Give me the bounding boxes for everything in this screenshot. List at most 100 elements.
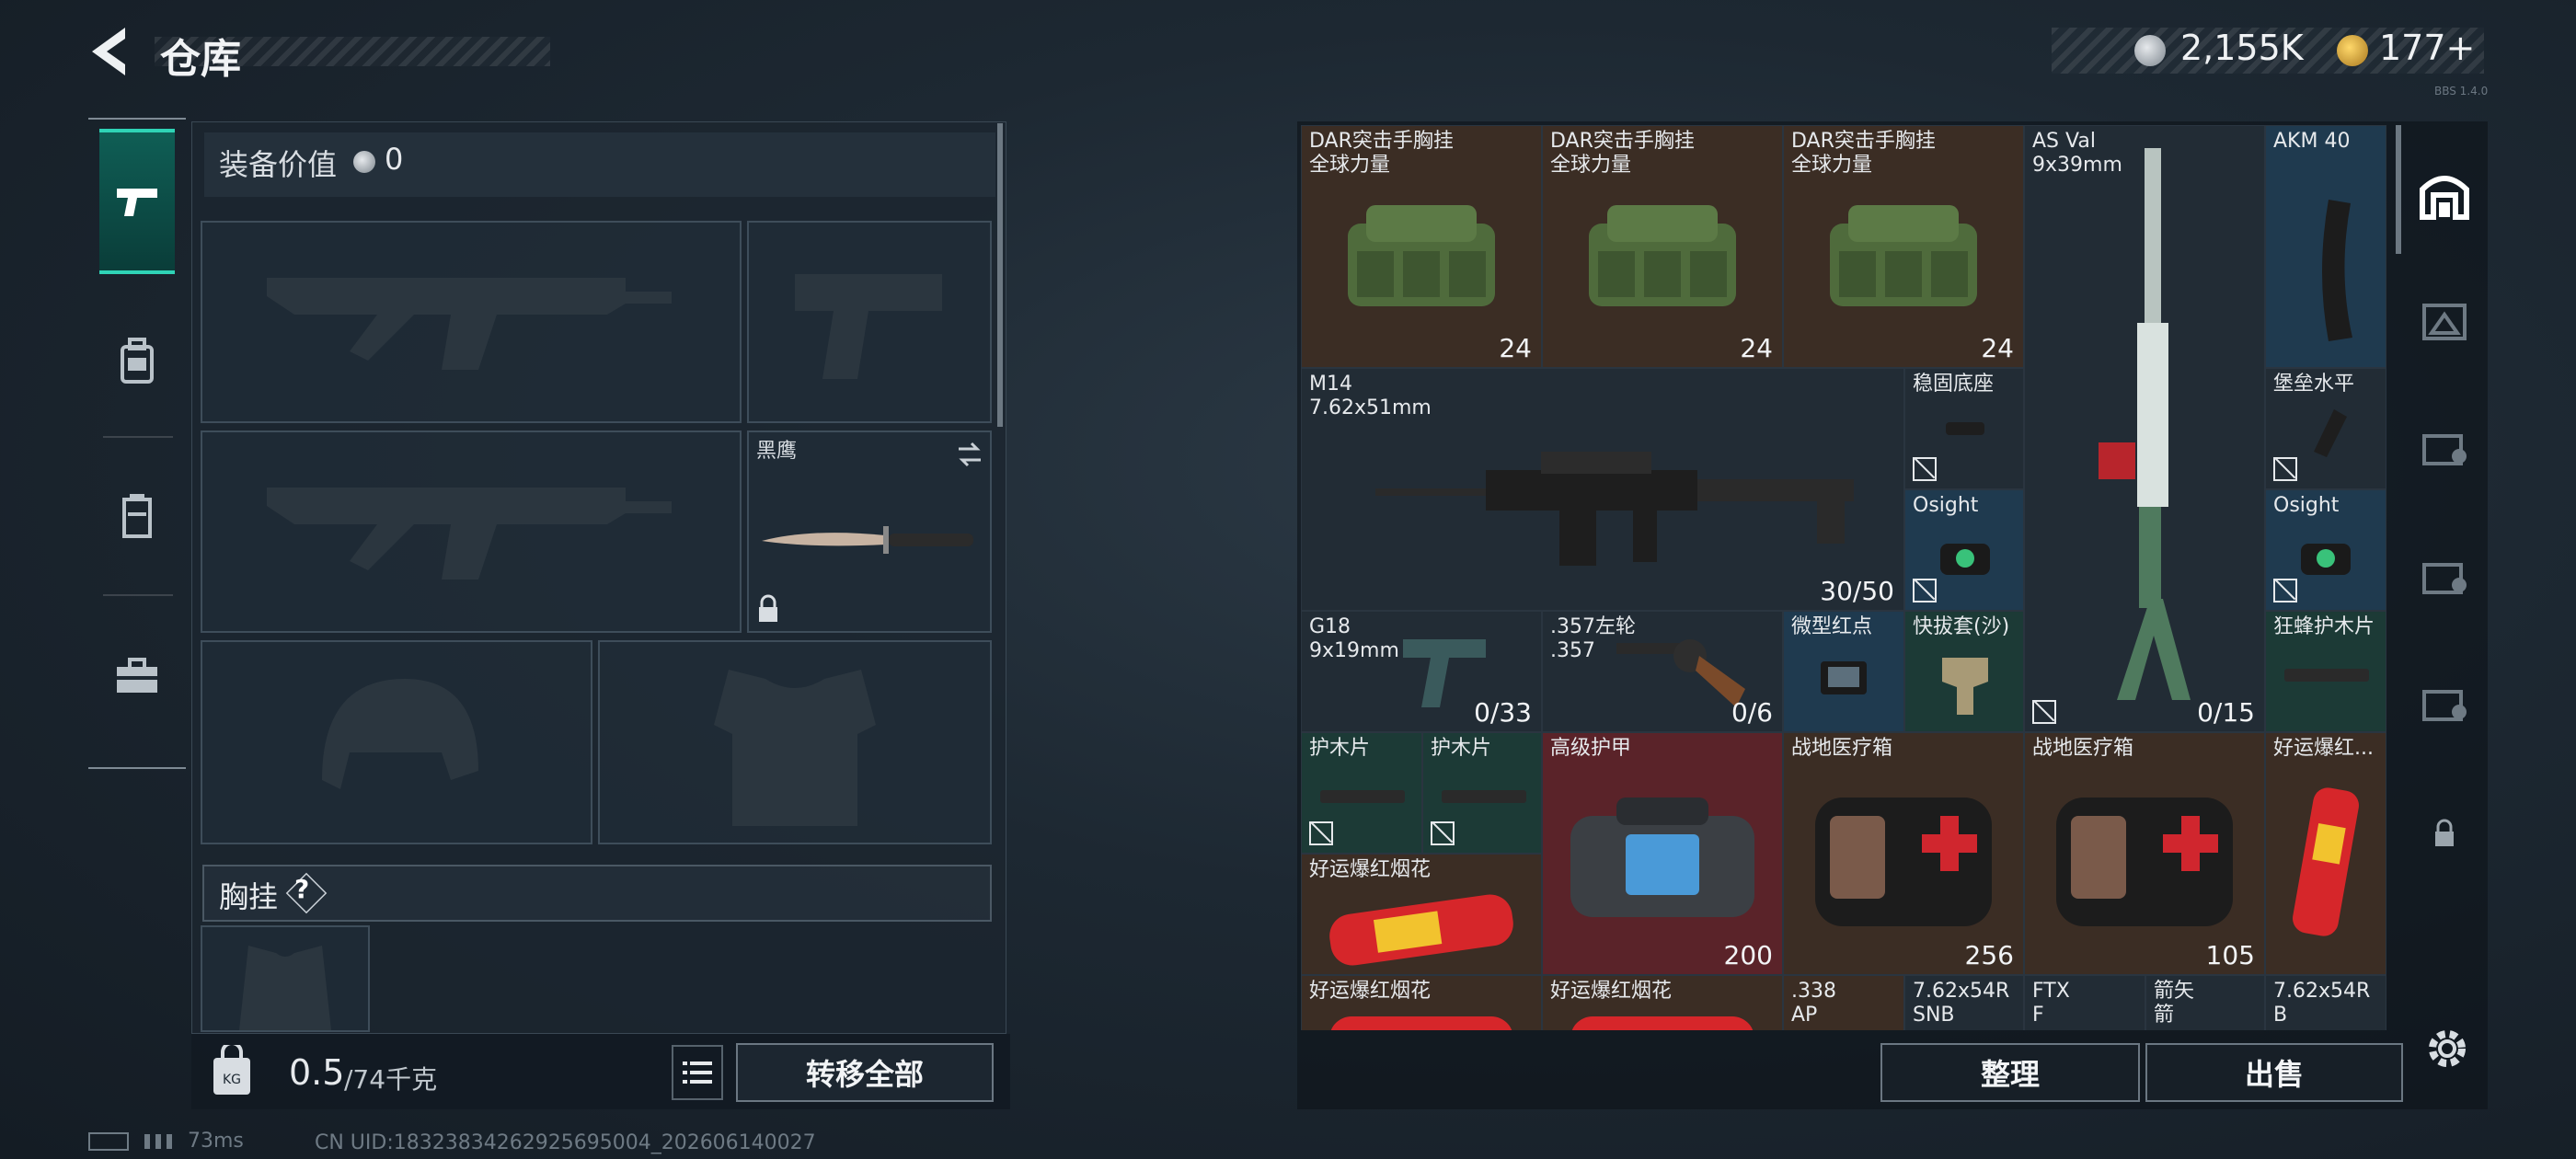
item-ammo-762x54r[interactable]: 7.62x54R SNB — [1904, 975, 2024, 1030]
storage-scrollbar[interactable] — [2396, 125, 2401, 254]
item-stable-mount[interactable]: 稳固底座 — [1904, 368, 2024, 489]
item-quick-holster[interactable]: 快拔套(沙) — [1904, 611, 2024, 732]
tab-storage-2[interactable] — [2410, 281, 2478, 355]
magazine-icon — [2322, 200, 2352, 341]
backpack-icon — [121, 338, 154, 384]
mount-icon — [1946, 422, 1984, 435]
weight-max: /74千克 — [344, 1064, 438, 1095]
tab-storage-5[interactable] — [2410, 664, 2478, 738]
item-name: 战地医疗箱 — [1791, 737, 1893, 760]
red-dot-icon — [1821, 661, 1867, 694]
tab-storage-3[interactable] — [2410, 408, 2478, 482]
gold-currency-value[interactable]: 177+ — [2379, 28, 2475, 68]
medkit-icon — [2056, 798, 2233, 926]
item-handguard[interactable]: 护木片 — [1422, 732, 1542, 854]
no-modify-icon — [1913, 457, 1937, 481]
loadout-scrollbar[interactable] — [997, 123, 1003, 427]
back-arrow-icon[interactable] — [85, 24, 132, 79]
item-ammo-762x54r[interactable]: 7.62x54R B — [2265, 975, 2386, 1030]
rifle-silhouette-icon — [267, 278, 672, 370]
helmet-slot[interactable] — [201, 640, 592, 844]
item-g18[interactable]: G18 9x19mm 0/33 — [1301, 611, 1542, 732]
move-all-button[interactable]: 转移全部 — [736, 1043, 994, 1102]
tab-weapons[interactable] — [99, 129, 175, 274]
item-name: 好运爆红烟花 — [1550, 980, 1673, 1003]
secondary-weapon-slot[interactable] — [201, 430, 742, 633]
item-name: DAR突击手胸挂 全球力量 — [1550, 130, 1695, 177]
version-label: BBS 1.4.0 — [2434, 85, 2489, 98]
item-as-val[interactable]: AS Val 9x39mm 0/15 — [2024, 125, 2265, 732]
armor-silhouette-icon — [714, 670, 876, 826]
item-name: 好运爆红烟花 — [1309, 980, 1432, 1003]
silver-coin-icon — [2134, 35, 2166, 66]
tab-storage-4[interactable] — [2410, 537, 2478, 611]
item-ammo-338[interactable]: .338 AP — [1783, 975, 1904, 1030]
item-bastion-level[interactable]: 堡垒水平 — [2265, 368, 2386, 489]
item-lucky-firework[interactable]: 好运爆红... — [2265, 732, 2386, 975]
item-osight[interactable]: Osight — [2265, 489, 2386, 611]
item-osight[interactable]: Osight — [1904, 489, 2024, 611]
firework-icon — [1329, 894, 1513, 966]
item-count: 0/33 — [1474, 697, 1532, 728]
firework-icon — [2293, 787, 2359, 936]
item-name: 好运爆红烟花 — [1309, 858, 1432, 881]
item-handguard-panel[interactable]: 狂蜂护木片 — [2265, 611, 2386, 732]
item-lucky-firework[interactable]: 好运爆红烟花 — [1542, 975, 1783, 1030]
list-icon — [683, 1061, 712, 1084]
tab-case[interactable] — [99, 607, 175, 745]
list-view-button[interactable] — [672, 1045, 723, 1100]
item-advanced-armor[interactable]: 高级护甲 200 — [1542, 732, 1783, 975]
item-count: 256 — [1964, 940, 2014, 970]
item-magazine[interactable]: AKM 40 — [2265, 125, 2386, 368]
item-m14[interactable]: M14 7.62x51mm 30/50 — [1301, 368, 1904, 611]
chest-rig-slot[interactable] — [201, 925, 370, 1032]
swap-icon[interactable] — [957, 442, 983, 467]
item-field-medkit[interactable]: 战地医疗箱 256 — [1783, 732, 2024, 975]
gear-icon[interactable] — [2420, 1021, 2475, 1076]
item-micro-red-dot[interactable]: 微型红点 — [1783, 611, 1904, 732]
item-field-medkit[interactable]: 战地医疗箱 105 — [2024, 732, 2265, 975]
silver-currency-value: 2,155K — [2180, 28, 2304, 68]
sidearm-slot[interactable] — [747, 221, 992, 423]
item-lucky-firework[interactable]: 好运爆红烟花 — [1301, 854, 1542, 975]
tab-storage-locked[interactable] — [2410, 797, 2478, 870]
item-chest-rig[interactable]: DAR突击手胸挂 全球力量 24 — [1301, 125, 1542, 368]
help-icon[interactable]: ? — [294, 874, 309, 904]
locked-storage-icon — [2422, 434, 2467, 465]
item-count: 0/6 — [1731, 697, 1773, 728]
sell-button[interactable]: 出售 — [2145, 1043, 2403, 1102]
item-name: DAR突击手胸挂 全球力量 — [1791, 130, 1936, 177]
primary-weapon-slot[interactable] — [201, 221, 742, 423]
tab-backpack[interactable] — [99, 293, 175, 430]
item-name: M14 7.62x51mm — [1309, 373, 1432, 419]
tab-vest[interactable] — [99, 447, 175, 585]
item-name: Osight — [2273, 494, 2340, 517]
no-modify-icon — [2032, 700, 2056, 724]
sight-icon — [1940, 544, 1990, 575]
no-modify-icon — [1913, 579, 1937, 602]
item-name: DAR突击手胸挂 全球力量 — [1309, 130, 1454, 177]
sight-icon — [2301, 544, 2351, 575]
item-chest-rig[interactable]: DAR突击手胸挂 全球力量 24 — [1542, 125, 1783, 368]
equipment-value: 0 — [385, 142, 404, 177]
item-count: 0/15 — [2197, 697, 2255, 728]
armor-slot[interactable] — [598, 640, 992, 844]
item-chest-rig[interactable]: DAR突击手胸挂 全球力量 24 — [1783, 125, 2024, 368]
item-name: AKM 40 — [2273, 130, 2351, 153]
lock-icon — [2435, 819, 2454, 846]
pistol-icon — [117, 189, 157, 216]
item-count: 200 — [1723, 940, 1773, 970]
item-name: 高级护甲 — [1550, 737, 1632, 760]
item-lucky-firework[interactable]: 好运爆红烟花 — [1301, 975, 1542, 1030]
rail-divider — [103, 594, 173, 596]
rifle-silhouette-icon — [267, 488, 672, 580]
helmet-silhouette-icon — [322, 679, 478, 789]
item-revolver[interactable]: .357左轮 .357 0/6 — [1542, 611, 1783, 732]
storage-grid: DAR突击手胸挂 全球力量 24 DAR突击手胸挂 全球力量 24 DAR突击手… — [1301, 125, 2386, 1030]
signal-icon — [144, 1134, 172, 1149]
sort-button[interactable]: 整理 — [1880, 1043, 2140, 1102]
item-arrow[interactable]: 箭矢 箭 — [2145, 975, 2265, 1030]
item-handguard[interactable]: 护木片 — [1301, 732, 1422, 854]
item-ftx[interactable]: FTX F — [2024, 975, 2145, 1030]
tab-storage-main[interactable] — [2410, 156, 2478, 230]
